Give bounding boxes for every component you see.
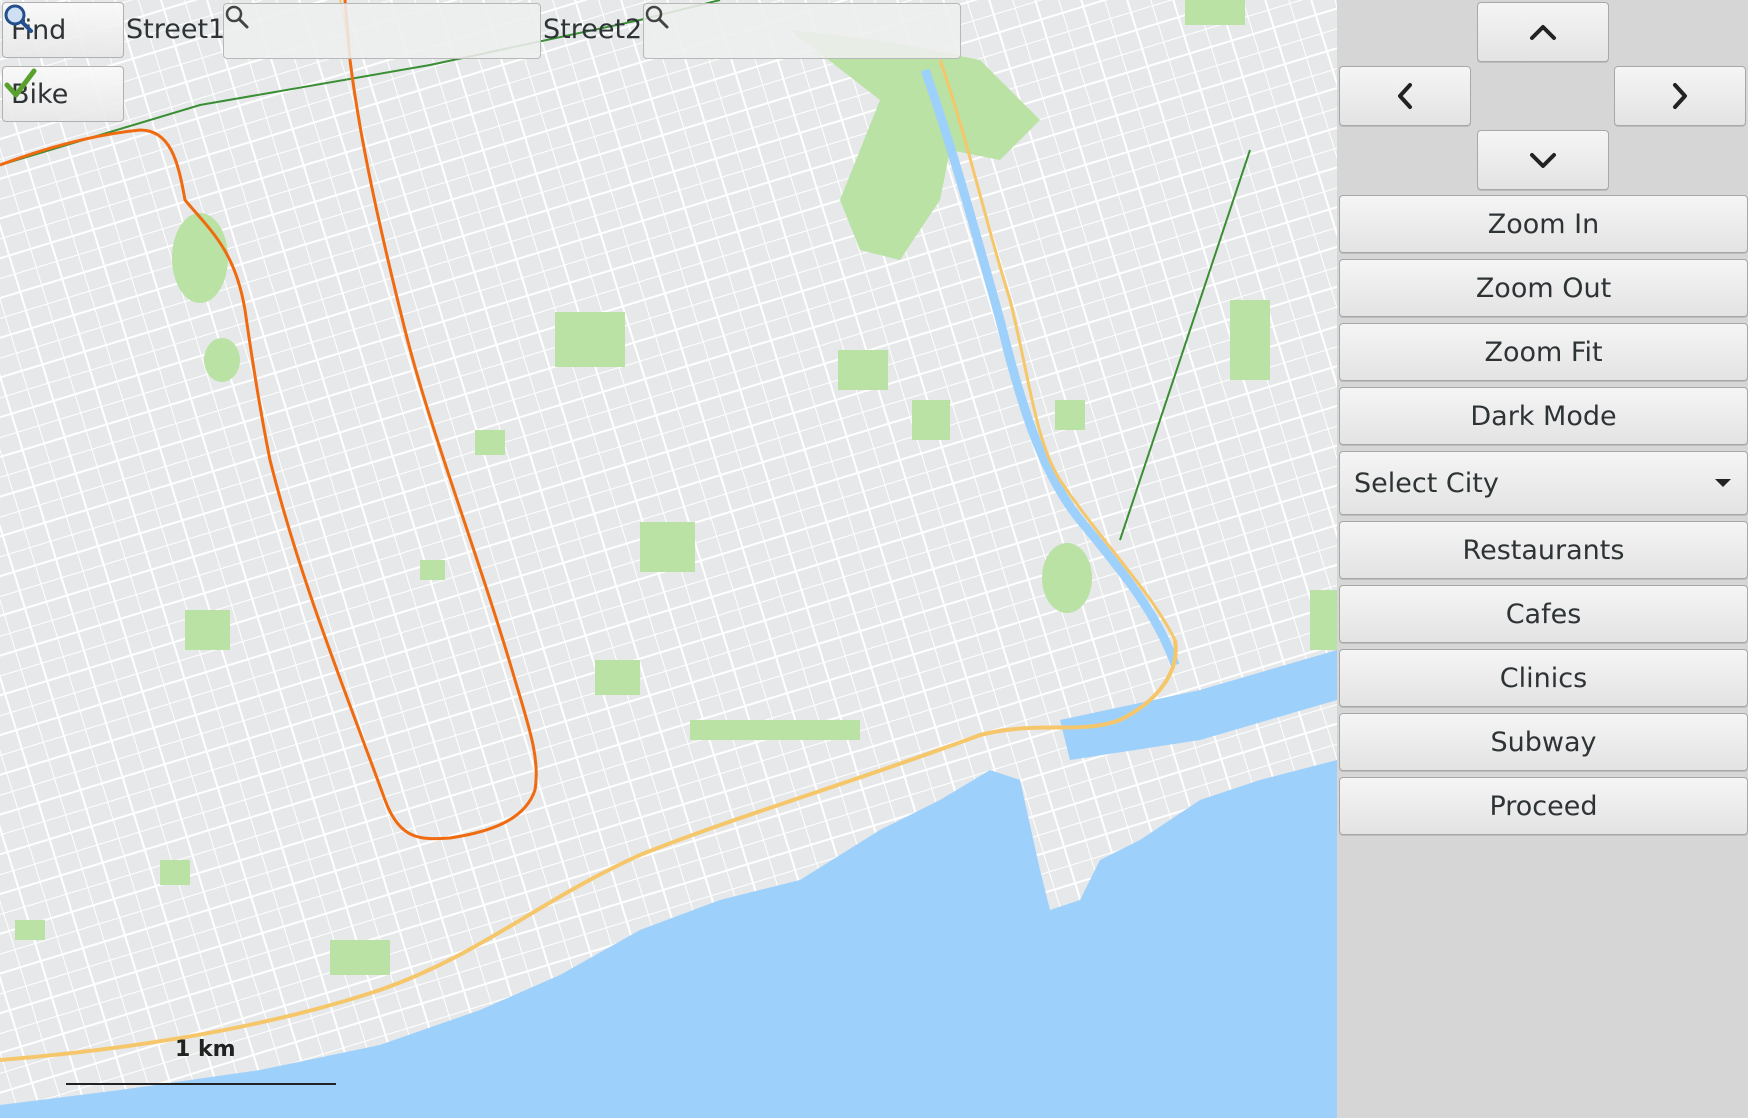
pan-up-button[interactable] [1477,2,1609,62]
search-icon [225,5,249,29]
pan-right-button[interactable] [1614,66,1746,126]
cafes-button[interactable]: Cafes [1339,585,1748,643]
scale-label: 1 km [175,1037,236,1062]
chevron-right-icon [1673,83,1687,109]
dark-mode-button[interactable]: Dark Mode [1339,387,1748,445]
park [1185,0,1245,25]
park [15,920,45,940]
street1-label: Street1 [126,14,226,45]
park [330,940,390,975]
map-drawing [0,0,1337,1118]
select-city-dropdown[interactable]: Select City [1339,451,1748,515]
map-app-window: Find Street1 Street2 Bike 1 km Zoom In Z… [0,0,1748,1118]
park [690,720,860,740]
park [172,213,228,303]
chevron-down-icon [1530,153,1556,168]
zoom-in-button[interactable]: Zoom In [1339,195,1748,253]
chevron-up-icon [1530,25,1556,40]
park [1042,543,1092,613]
clinics-button[interactable]: Clinics [1339,649,1748,707]
bike-toggle[interactable]: Bike [2,66,124,122]
find-button[interactable]: Find [2,2,124,58]
park [160,860,190,885]
park [595,660,640,695]
zoom-fit-button[interactable]: Zoom Fit [1339,323,1748,381]
park [420,560,445,580]
search-icon [645,5,669,29]
park [475,430,505,455]
subway-button[interactable]: Subway [1339,713,1748,771]
restaurants-button[interactable]: Restaurants [1339,521,1748,579]
zoom-out-button[interactable]: Zoom Out [1339,259,1748,317]
park [640,522,695,572]
street1-input[interactable] [242,17,466,45]
park [185,610,230,650]
street2-label: Street2 [543,14,643,45]
street2-search-field[interactable] [643,3,961,59]
dropdown-arrow-icon [1715,479,1731,487]
park [912,400,950,440]
select-city-label: Select City [1354,467,1499,499]
park [555,312,625,367]
pan-down-button[interactable] [1477,130,1609,190]
proceed-button[interactable]: Proceed [1339,777,1748,835]
scale-bar [66,1083,336,1085]
park [204,338,240,382]
park [1230,300,1270,380]
park [838,350,888,390]
checkmark-icon [4,68,37,98]
map-canvas[interactable]: Find Street1 Street2 Bike 1 km [0,0,1337,1118]
control-panel: Zoom In Zoom Out Zoom Fit Dark Mode Sele… [1337,0,1748,1118]
street2-input[interactable] [662,17,886,45]
park [1310,590,1337,650]
chevron-left-icon [1398,83,1412,109]
street1-search-field[interactable] [223,3,541,59]
park [1055,400,1085,430]
magnifier-icon [4,4,33,33]
pan-left-button[interactable] [1339,66,1471,126]
